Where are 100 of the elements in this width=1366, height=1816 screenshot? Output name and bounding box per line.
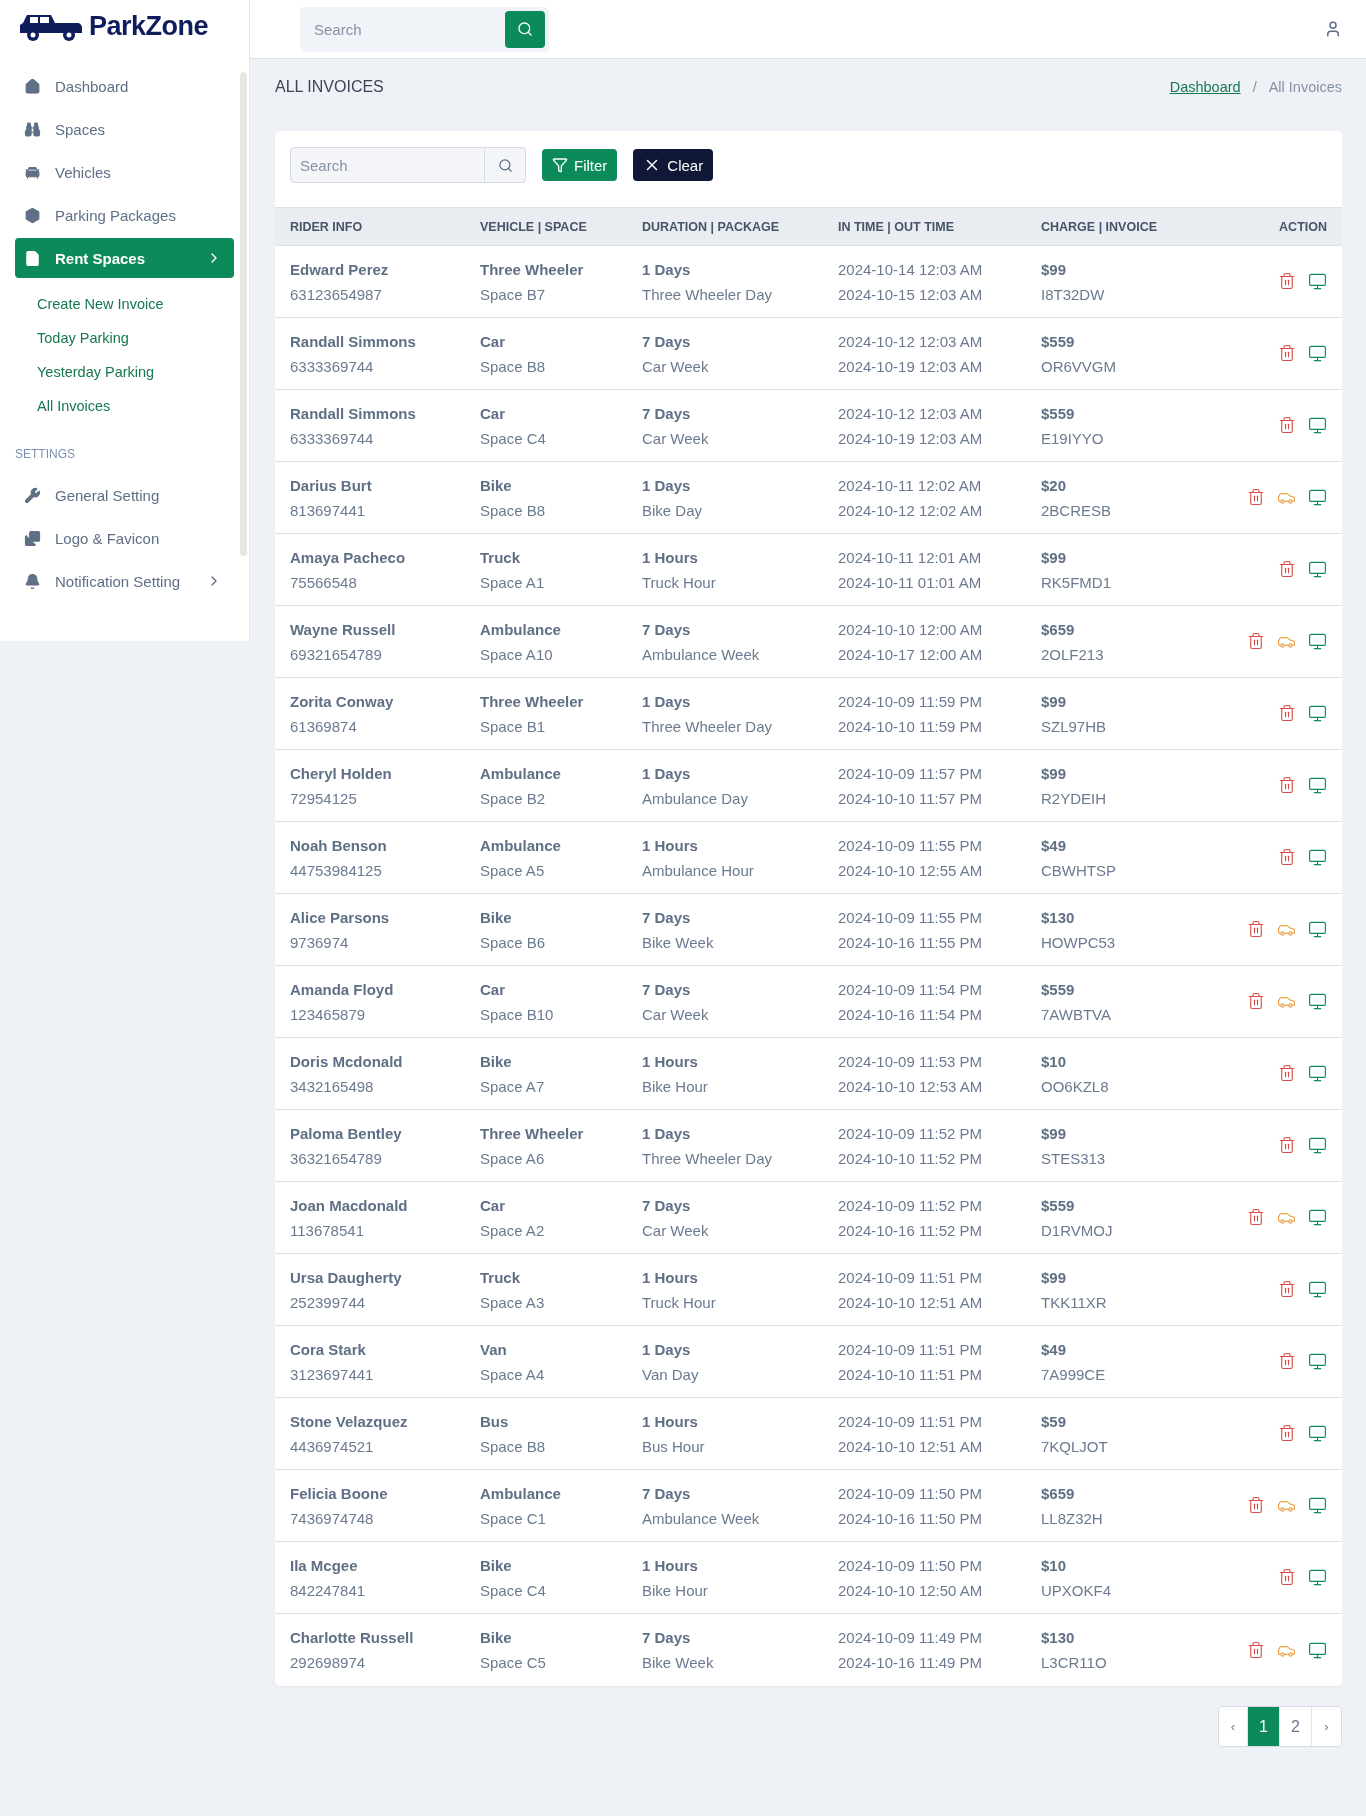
charge: $559 [1041,1196,1076,1214]
trash-icon[interactable] [1247,1208,1265,1226]
trash-icon[interactable] [1247,1640,1265,1659]
trash-icon[interactable] [1278,1136,1296,1154]
invoice-code: TKK11XR [1041,1293,1108,1311]
monitor-icon[interactable] [1308,1424,1327,1443]
monitor-icon[interactable] [1308,344,1327,363]
space-name: Space B6 [480,933,547,951]
rider-phone: 252399744 [290,1293,367,1311]
trash-icon[interactable] [1247,632,1265,650]
submenu-item[interactable]: Yesterday Parking [37,355,234,389]
monitor-icon[interactable] [1308,416,1327,435]
trash-icon[interactable] [1278,704,1296,722]
space-name: Space A2 [480,1221,546,1239]
monitor-icon[interactable] [1308,992,1327,1011]
trash-icon[interactable] [1247,992,1265,1010]
monitor-icon[interactable] [1308,1568,1327,1587]
next-page-button[interactable]: › [1311,1707,1341,1746]
rider-phone: 6333369744 [290,357,375,375]
out-time: 2024-10-10 12:51 AM [838,1293,984,1311]
search-button[interactable] [505,10,545,48]
monitor-icon[interactable] [1308,560,1327,579]
sidebar-item[interactable]: Vehicles [15,152,234,192]
duration: 1 Days [642,1340,692,1358]
vehicle-type: Car [480,1196,506,1214]
filter-button[interactable]: Filter [542,149,618,181]
breadcrumb-link[interactable]: Dashboard [1169,79,1241,95]
trash-icon[interactable] [1247,488,1265,506]
trash-icon[interactable] [1278,272,1296,290]
package-name: Car Week [642,1005,710,1023]
monitor-icon[interactable] [1308,1640,1327,1660]
sidebar-item[interactable]: Spaces [15,109,234,149]
duration: 1 Hours [642,1268,699,1286]
trash-icon[interactable] [1278,1424,1296,1442]
search-button[interactable] [485,147,526,183]
sidebar-item[interactable]: Notification Setting [15,561,234,601]
scrollbar[interactable] [240,72,247,556]
monitor-icon[interactable] [1308,704,1327,723]
invoice-code: 7KQLJOT [1041,1437,1109,1455]
duration: 7 Days [642,1196,692,1214]
rider-phone: 292698974 [290,1654,367,1671]
monitor-icon[interactable] [1308,488,1327,507]
monitor-icon[interactable] [1308,776,1327,795]
space-name: Space B8 [480,357,547,375]
submenu-item[interactable]: All Invoices [37,389,234,423]
sidebar-item[interactable]: Dashboard [15,66,234,106]
vehicle-type: Bike [480,1629,513,1646]
submenu-item[interactable]: Today Parking [37,321,234,355]
trash-icon[interactable] [1278,1352,1296,1370]
in-time: 2024-10-09 11:51 PM [838,1268,983,1286]
space-name: Space A5 [480,861,546,879]
menu-item-icon [24,529,41,547]
page-title: ALL INVOICES [275,78,384,96]
trash-icon[interactable] [1278,416,1296,434]
sidebar-item[interactable]: Logo & Favicon [15,518,234,558]
search-icon [497,157,513,173]
trash-icon[interactable] [1247,920,1265,938]
charge: $559 [1041,980,1076,998]
monitor-icon[interactable] [1308,1136,1327,1155]
trash-icon[interactable] [1278,776,1296,794]
monitor-icon[interactable] [1308,848,1327,867]
duration: 7 Days [642,1484,692,1502]
column-header: IN TIME | OUT TIME [838,219,955,234]
trash-icon[interactable] [1278,1280,1296,1298]
monitor-icon[interactable] [1308,632,1327,651]
space-name: Space B2 [480,789,547,807]
charge: $559 [1041,332,1076,350]
trash-icon[interactable] [1278,848,1296,866]
out-time: 2024-10-16 11:54 PM [838,1005,983,1023]
monitor-icon[interactable] [1308,1280,1327,1299]
trash-icon[interactable] [1278,1568,1296,1586]
sidebar-item[interactable]: Rent Spaces [15,238,234,278]
sidebar-item[interactable]: General Setting [15,475,234,515]
clear-button[interactable]: Clear [633,149,714,181]
space-name: Space C4 [480,429,547,447]
trash-icon[interactable] [1278,344,1296,362]
trash-icon[interactable] [1278,560,1296,578]
sidebar-item[interactable]: Parking Packages [15,195,234,235]
page-button[interactable]: 1 [1247,1707,1279,1746]
search-field[interactable]: Search [290,147,485,183]
duration: 7 Days [642,1629,692,1646]
rider-name: Stone Velazquez [290,1412,409,1430]
trash-icon[interactable] [1278,1064,1296,1082]
in-time: 2024-10-09 11:49 PM [838,1629,983,1646]
charge: $99 [1041,1124,1068,1142]
user-icon [1324,20,1342,38]
monitor-icon[interactable] [1308,920,1327,939]
monitor-icon[interactable] [1308,1064,1327,1083]
monitor-icon[interactable] [1308,1352,1327,1371]
rider-name: Ila Mcgee [290,1556,359,1574]
monitor-icon[interactable] [1308,1496,1327,1515]
trash-icon[interactable] [1247,1496,1265,1514]
space-name: Space A1 [480,573,546,591]
rider-phone: 3432165498 [290,1077,375,1095]
package-name: Truck Hour [642,1293,717,1311]
out-time: 2024-10-16 11:52 PM [838,1221,983,1239]
vehicle-type: Bike [480,908,513,926]
submenu-item[interactable]: Create New Invoice [37,287,234,321]
monitor-icon[interactable] [1308,272,1327,291]
monitor-icon[interactable] [1308,1208,1327,1227]
